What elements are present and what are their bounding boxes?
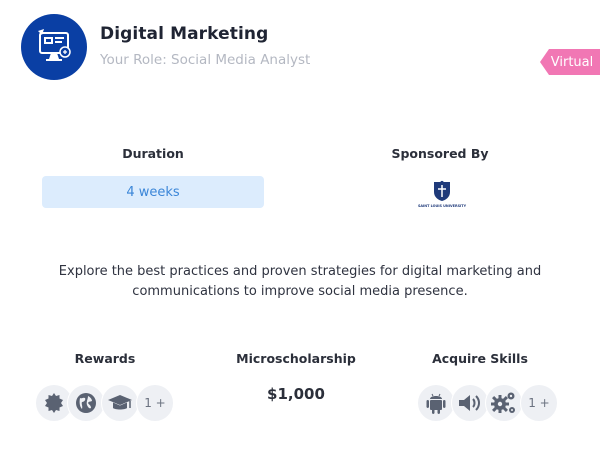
microscholarship-label: Microscholarship	[236, 351, 356, 366]
rewards-more-button[interactable]: 1 +	[136, 384, 174, 422]
globe-icon[interactable]	[67, 384, 105, 422]
skills-label: Acquire Skills	[432, 351, 528, 366]
sponsor-label: Sponsored By	[391, 146, 489, 161]
program-title: Digital Marketing	[100, 24, 269, 44]
speaker-icon-glyph	[459, 395, 480, 411]
globe-icon-glyph	[76, 393, 96, 413]
computer-marketing-icon	[38, 29, 71, 61]
duration-label: Duration	[122, 146, 184, 161]
mode-badge: Virtual	[540, 49, 600, 75]
duration-value: 4 weeks	[42, 176, 264, 208]
program-description: Explore the best practices and proven st…	[58, 264, 542, 299]
sponsor-logo-text: SAINT LOUIS UNIVERSITY	[417, 204, 467, 208]
rewards-label: Rewards	[74, 351, 136, 366]
badge-icon-glyph	[45, 393, 63, 413]
program-card[interactable]: Digital Marketing Your Role: Social Medi…	[0, 0, 600, 467]
gears-icon[interactable]	[485, 384, 523, 422]
android-icon[interactable]	[417, 384, 455, 422]
microscholarship-value: $1,000	[267, 385, 325, 403]
skills-more-button[interactable]: 1 +	[520, 384, 558, 422]
university-shield-icon	[434, 180, 450, 201]
program-role: Your Role: Social Media Analyst	[100, 52, 311, 68]
graduation-cap-icon-glyph	[108, 395, 132, 410]
speaker-icon[interactable]	[451, 384, 489, 422]
sponsor-logo: SAINT LOUIS UNIVERSITY	[418, 180, 466, 214]
gears-icon-glyph	[491, 392, 515, 413]
android-icon-glyph	[426, 393, 446, 414]
program-logo	[21, 14, 87, 80]
graduation-cap-icon[interactable]	[101, 384, 139, 422]
